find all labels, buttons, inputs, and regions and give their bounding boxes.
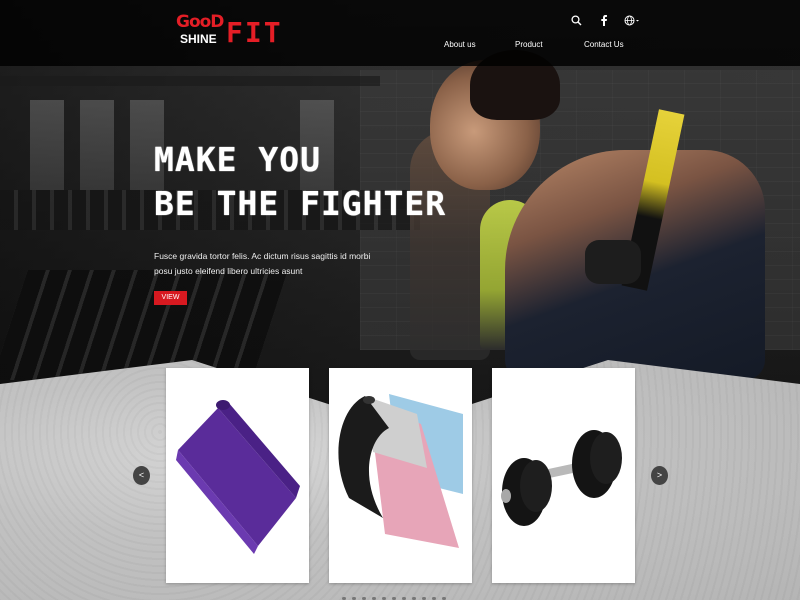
hero-title-line2: BE THE FIGHTER bbox=[154, 184, 447, 223]
gym-window bbox=[80, 100, 114, 190]
purple-yoga-mat-image bbox=[176, 400, 300, 554]
pink-blue-yoga-mats-image bbox=[338, 394, 463, 548]
product-card-dumbbell[interactable] bbox=[492, 368, 635, 583]
dumbbell-rack bbox=[0, 270, 288, 380]
header-icons bbox=[568, 12, 640, 28]
dumbbell-image bbox=[501, 430, 622, 526]
search-icon[interactable] bbox=[568, 12, 584, 28]
globe-icon[interactable] bbox=[624, 12, 640, 28]
hero-title: MAKE YOU BE THE FIGHTER bbox=[154, 138, 446, 226]
facebook-icon[interactable] bbox=[596, 12, 612, 28]
nav-about-us[interactable]: About us bbox=[444, 40, 476, 49]
logo-text-good: GooD bbox=[176, 12, 224, 32]
carousel-next-button[interactable]: > bbox=[651, 466, 668, 485]
gym-window bbox=[30, 100, 64, 190]
site-header: GooD SHINE FIT About us Product Contact … bbox=[0, 0, 800, 66]
ceiling-beam bbox=[0, 76, 380, 86]
product-card-purple-yoga-mat[interactable] bbox=[166, 368, 309, 583]
view-button[interactable]: VIEW bbox=[154, 291, 187, 305]
nav-product[interactable]: Product bbox=[515, 40, 543, 49]
main-nav: About us Product Contact Us bbox=[0, 40, 800, 54]
hero-title-line1: MAKE YOU bbox=[154, 140, 321, 179]
product-card-pink-blue-yoga-mats[interactable] bbox=[329, 368, 472, 583]
hero-description: Fusce gravida tortor felis. Ac dictum ri… bbox=[154, 251, 371, 276]
carousel-prev-button[interactable]: < bbox=[133, 466, 150, 485]
athlete-glove bbox=[585, 240, 641, 284]
nav-contact-us[interactable]: Contact Us bbox=[584, 40, 624, 49]
